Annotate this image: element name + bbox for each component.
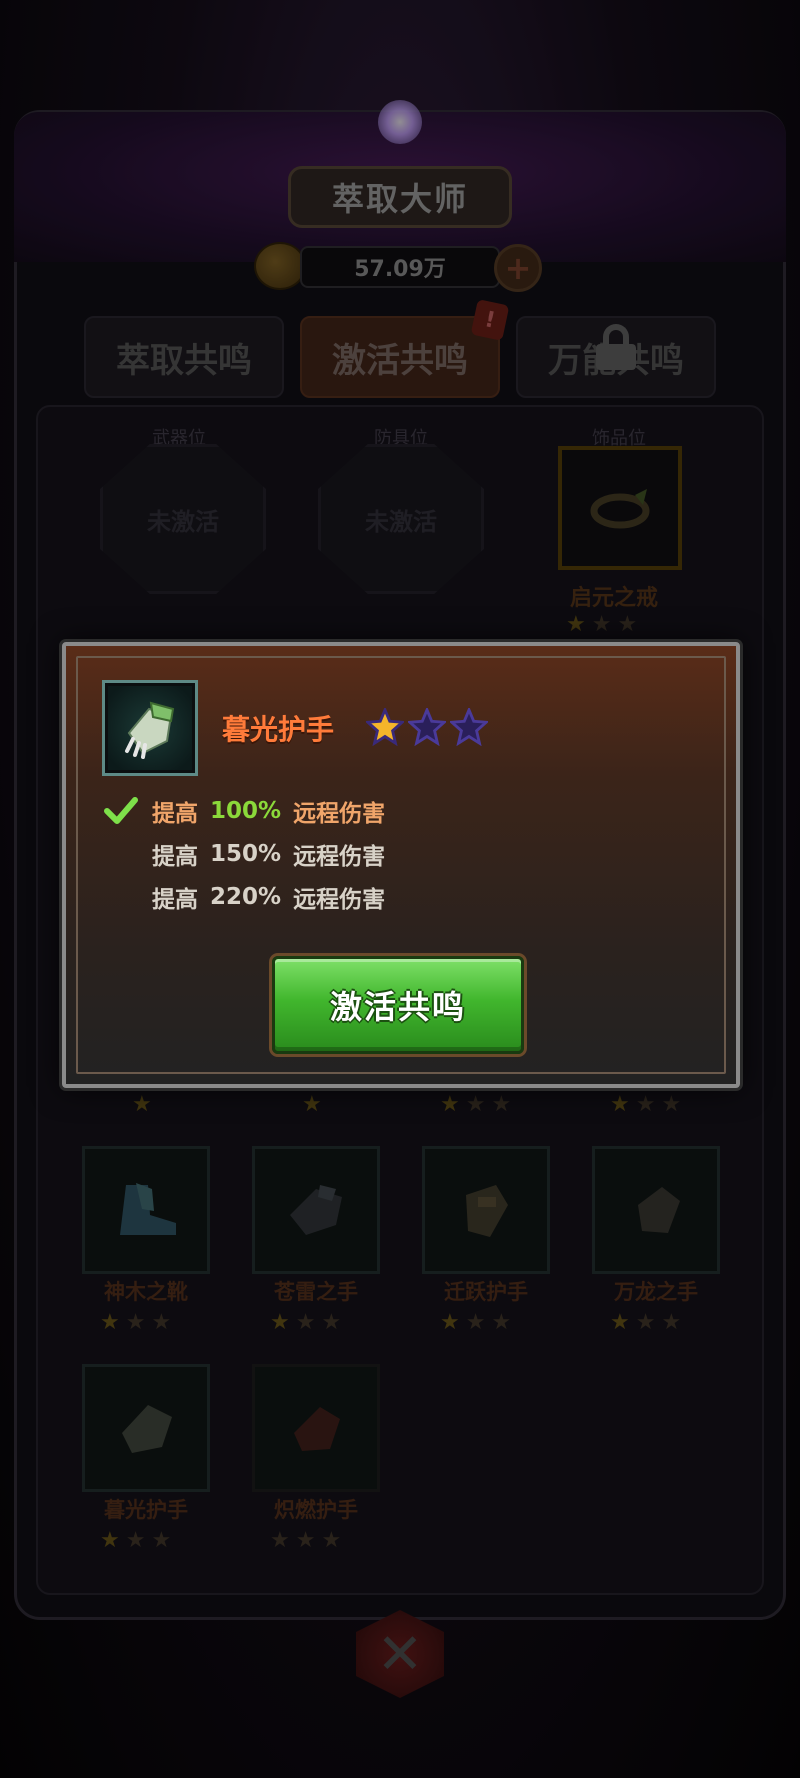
effect-row: 提高 100% 远程伤害 (152, 794, 385, 828)
effect-label: 提高 (152, 887, 198, 913)
item-name-title: 暮光护手 (222, 713, 335, 746)
activate-resonance-button[interactable]: 激活共鸣 (272, 956, 524, 1054)
effect-value: 220% (210, 884, 282, 910)
star-icon-filled (366, 708, 404, 746)
star-icon-empty (408, 708, 446, 746)
effect-value: 100% (210, 798, 282, 824)
effect-type: 远程伤害 (293, 887, 386, 913)
effect-row: 提高 220% 远程伤害 (152, 880, 385, 914)
star-icon-empty (450, 708, 488, 746)
effect-row: 提高 150% 远程伤害 (152, 837, 385, 871)
star-rating (366, 708, 488, 748)
effect-label: 提高 (152, 801, 198, 827)
checkmark-icon (104, 797, 138, 824)
effect-type: 远程伤害 (293, 801, 386, 827)
effect-value: 150% (210, 841, 282, 867)
gauntlet-icon (125, 701, 175, 759)
effect-type: 远程伤害 (293, 844, 386, 870)
resonance-popup: 暮光护手 提高 100% 远程伤害 提高 150% 远程伤害 提高 220% 远… (62, 642, 740, 1088)
activate-button-label: 激活共鸣 (329, 988, 466, 1026)
item-icon-frame (102, 680, 198, 776)
effect-label: 提高 (152, 844, 198, 870)
